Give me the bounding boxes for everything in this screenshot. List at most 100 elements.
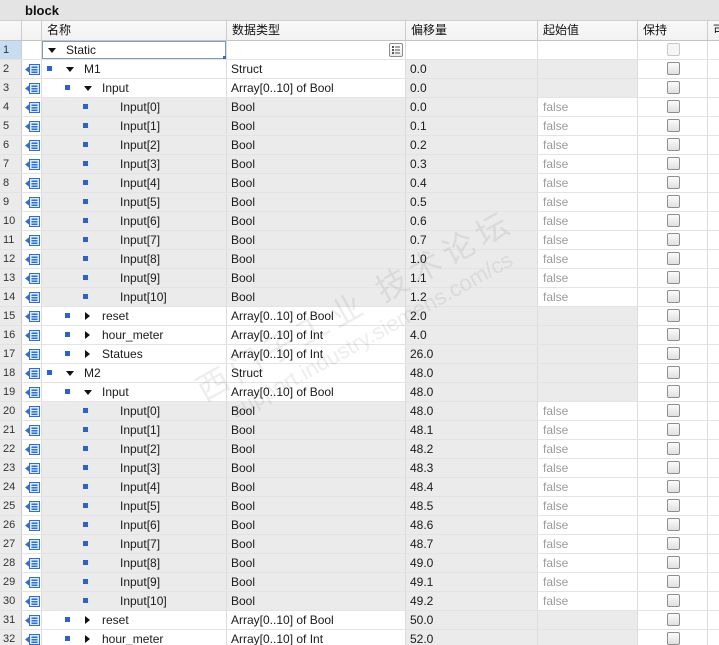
name-cell[interactable]: Input[1] — [42, 117, 227, 135]
table-row[interactable]: 26 Input[6] Bool 48.6 false — [0, 516, 719, 535]
retain-checkbox[interactable] — [667, 214, 680, 227]
row-number[interactable]: 1 — [0, 41, 22, 59]
name-cell[interactable]: Input — [42, 79, 227, 97]
retain-checkbox[interactable] — [667, 176, 680, 189]
data-type-cell[interactable]: Array[0..10] of Int — [227, 326, 406, 344]
table-row[interactable]: 5 Input[1] Bool 0.1 false — [0, 117, 719, 136]
table-row[interactable]: 3 Input Array[0..10] of Bool 0.0 — [0, 79, 719, 98]
name-cell[interactable]: Input[3] — [42, 459, 227, 477]
name-cell[interactable]: hour_meter — [42, 326, 227, 344]
row-number[interactable]: 26 — [0, 516, 22, 534]
start-value-cell[interactable]: false — [538, 421, 638, 439]
start-value-cell[interactable]: false — [538, 554, 638, 572]
retain-checkbox[interactable] — [667, 556, 680, 569]
row-number[interactable]: 18 — [0, 364, 22, 382]
retain-checkbox[interactable] — [667, 290, 680, 303]
name-cell[interactable]: Input — [42, 383, 227, 401]
retain-checkbox[interactable] — [667, 309, 680, 322]
member-name[interactable]: Statues — [102, 345, 143, 363]
table-row[interactable]: 27 Input[7] Bool 48.7 false — [0, 535, 719, 554]
name-cell[interactable]: M1 — [42, 60, 227, 78]
data-type-cell[interactable]: Array[0..10] of Int — [227, 345, 406, 363]
name-cell[interactable]: Input[4] — [42, 478, 227, 496]
name-cell[interactable]: Static — [42, 41, 227, 59]
table-row[interactable]: 31 reset Array[0..10] of Bool 50.0 — [0, 611, 719, 630]
name-cell[interactable]: Input[9] — [42, 269, 227, 287]
row-number[interactable]: 27 — [0, 535, 22, 553]
table-row[interactable]: 4 Input[0] Bool 0.0 false — [0, 98, 719, 117]
expand-arrow-icon[interactable] — [85, 331, 90, 339]
table-row[interactable]: 15 reset Array[0..10] of Bool 2.0 — [0, 307, 719, 326]
start-value-cell[interactable]: false — [538, 269, 638, 287]
start-value-cell[interactable]: false — [538, 193, 638, 211]
expand-arrow-icon[interactable] — [85, 312, 90, 320]
name-cell[interactable]: Input[7] — [42, 535, 227, 553]
row-number[interactable]: 22 — [0, 440, 22, 458]
row-number[interactable]: 8 — [0, 174, 22, 192]
name-cell[interactable]: reset — [42, 307, 227, 325]
row-number[interactable]: 4 — [0, 98, 22, 116]
name-cell[interactable]: Input[5] — [42, 193, 227, 211]
retain-checkbox[interactable] — [667, 575, 680, 588]
row-number[interactable]: 17 — [0, 345, 22, 363]
name-cell[interactable]: Input[7] — [42, 231, 227, 249]
row-number[interactable]: 13 — [0, 269, 22, 287]
table-row[interactable]: 32 hour_meter Array[0..10] of Int 52.0 — [0, 630, 719, 645]
data-type-cell[interactable]: Struct — [227, 60, 406, 78]
collapse-arrow-icon[interactable] — [84, 86, 92, 91]
start-value-cell[interactable]: false — [538, 288, 638, 306]
name-cell[interactable]: Input[1] — [42, 421, 227, 439]
collapse-arrow-icon[interactable] — [66, 371, 74, 376]
data-type-cell[interactable]: Array[0..10] of Int — [227, 630, 406, 645]
name-cell[interactable]: Input[10] — [42, 592, 227, 610]
member-name[interactable]: Input — [102, 383, 129, 401]
name-cell[interactable]: Input[8] — [42, 250, 227, 268]
data-type-cell[interactable]: Array[0..10] of Bool — [227, 307, 406, 325]
table-row[interactable]: 28 Input[8] Bool 49.0 false — [0, 554, 719, 573]
row-number[interactable]: 2 — [0, 60, 22, 78]
start-value-cell[interactable]: false — [538, 535, 638, 553]
retain-checkbox[interactable] — [667, 613, 680, 626]
member-name[interactable]: reset — [102, 307, 129, 325]
start-value-cell[interactable]: false — [538, 592, 638, 610]
start-value-cell[interactable]: false — [538, 117, 638, 135]
collapse-arrow-icon[interactable] — [48, 48, 56, 53]
name-cell[interactable]: Input[10] — [42, 288, 227, 306]
start-value-cell[interactable]: false — [538, 98, 638, 116]
retain-checkbox[interactable] — [667, 233, 680, 246]
table-row[interactable]: 13 Input[9] Bool 1.1 false — [0, 269, 719, 288]
table-row[interactable]: 14 Input[10] Bool 1.2 false — [0, 288, 719, 307]
name-cell[interactable]: Input[0] — [42, 98, 227, 116]
row-number[interactable]: 19 — [0, 383, 22, 401]
retain-checkbox[interactable] — [667, 594, 680, 607]
start-value-cell[interactable]: false — [538, 174, 638, 192]
table-row[interactable]: 8 Input[4] Bool 0.4 false — [0, 174, 719, 193]
retain-checkbox[interactable] — [667, 81, 680, 94]
name-cell[interactable]: Input[9] — [42, 573, 227, 591]
table-row[interactable]: 21 Input[1] Bool 48.1 false — [0, 421, 719, 440]
table-row[interactable]: 25 Input[5] Bool 48.5 false — [0, 497, 719, 516]
row-number[interactable]: 32 — [0, 630, 22, 645]
retain-checkbox[interactable] — [667, 138, 680, 151]
table-row[interactable]: 23 Input[3] Bool 48.3 false — [0, 459, 719, 478]
row-number[interactable]: 11 — [0, 231, 22, 249]
member-name[interactable]: M2 — [84, 364, 101, 382]
name-cell[interactable]: Input[2] — [42, 440, 227, 458]
member-name[interactable]: hour_meter — [102, 326, 163, 344]
retain-checkbox[interactable] — [667, 271, 680, 284]
retain-checkbox[interactable] — [667, 518, 680, 531]
start-value-cell[interactable]: false — [538, 478, 638, 496]
table-row[interactable]: 9 Input[5] Bool 0.5 false — [0, 193, 719, 212]
row-number[interactable]: 28 — [0, 554, 22, 572]
retain-checkbox[interactable] — [667, 423, 680, 436]
retain-checkbox[interactable] — [667, 442, 680, 455]
name-cell[interactable]: Statues — [42, 345, 227, 363]
start-value-cell[interactable]: false — [538, 402, 638, 420]
start-value-cell[interactable]: false — [538, 136, 638, 154]
row-number[interactable]: 30 — [0, 592, 22, 610]
data-type-cell[interactable]: Array[0..10] of Bool — [227, 611, 406, 629]
name-cell[interactable]: Input[4] — [42, 174, 227, 192]
member-name[interactable]: hour_meter — [102, 630, 163, 645]
retain-checkbox[interactable] — [667, 347, 680, 360]
row-number[interactable]: 31 — [0, 611, 22, 629]
